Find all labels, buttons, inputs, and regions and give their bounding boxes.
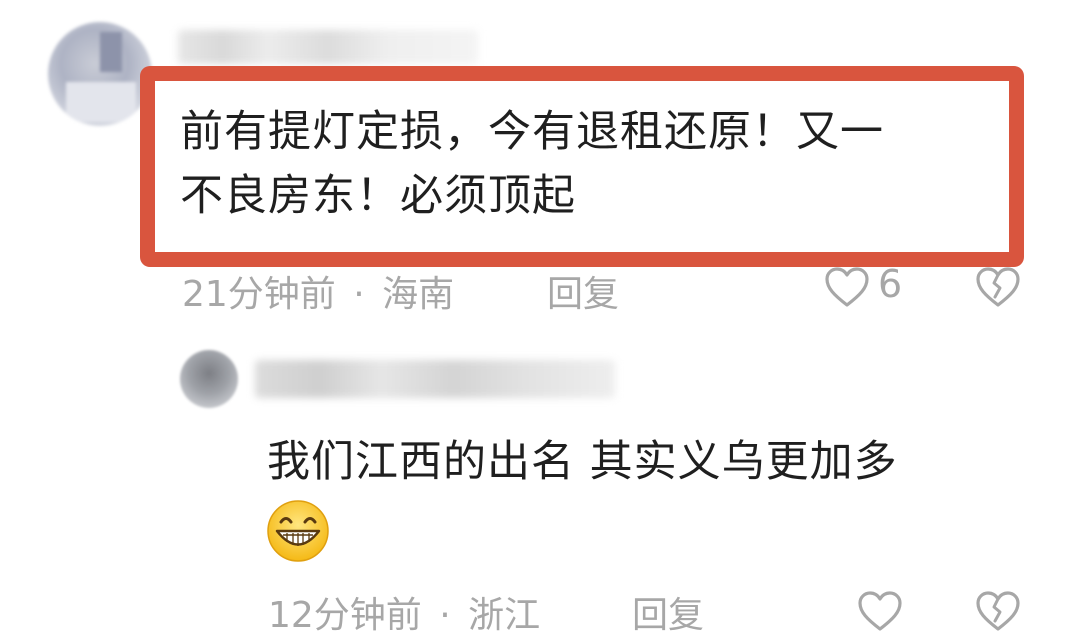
heart-icon[interactable]: [857, 590, 903, 632]
reply-button[interactable]: 回复: [547, 265, 619, 317]
comment-line: 不良房东！必须顶起: [180, 171, 576, 221]
comment-time: 21分钟前: [182, 274, 336, 315]
broken-heart-icon[interactable]: [975, 266, 1021, 308]
comment-thread: 前有提灯定损，今有退租还原！又一 不良房东！必须顶起 21分钟前 · 海南 回复…: [0, 0, 1079, 641]
comment-text: 前有提灯定损，今有退租还原！又一 不良房东！必须顶起: [180, 100, 1010, 228]
like-count: 6: [878, 262, 903, 306]
comment-location: 浙江: [468, 595, 541, 636]
reply-button[interactable]: 回复: [632, 586, 704, 638]
username-blurred[interactable]: [255, 360, 615, 398]
meta-separator: ·: [353, 274, 365, 315]
avatar[interactable]: [48, 22, 152, 126]
comment-location: 海南: [382, 274, 455, 315]
username-blurred[interactable]: [178, 30, 478, 64]
comment-line: 前有提灯定损，今有退租还原！又一: [180, 107, 884, 157]
comment-meta: 12分钟前 · 浙江: [268, 586, 540, 638]
comment-text: 我们江西的出名 其实义乌更加多: [267, 437, 898, 487]
comment-time: 12分钟前: [268, 595, 422, 636]
grinning-face-emoji: [267, 500, 329, 562]
broken-heart-icon[interactable]: [975, 590, 1021, 632]
comment-meta: 21分钟前 · 海南: [182, 265, 454, 317]
heart-icon[interactable]: [824, 266, 870, 308]
meta-separator: ·: [439, 595, 451, 636]
avatar[interactable]: [180, 350, 238, 408]
